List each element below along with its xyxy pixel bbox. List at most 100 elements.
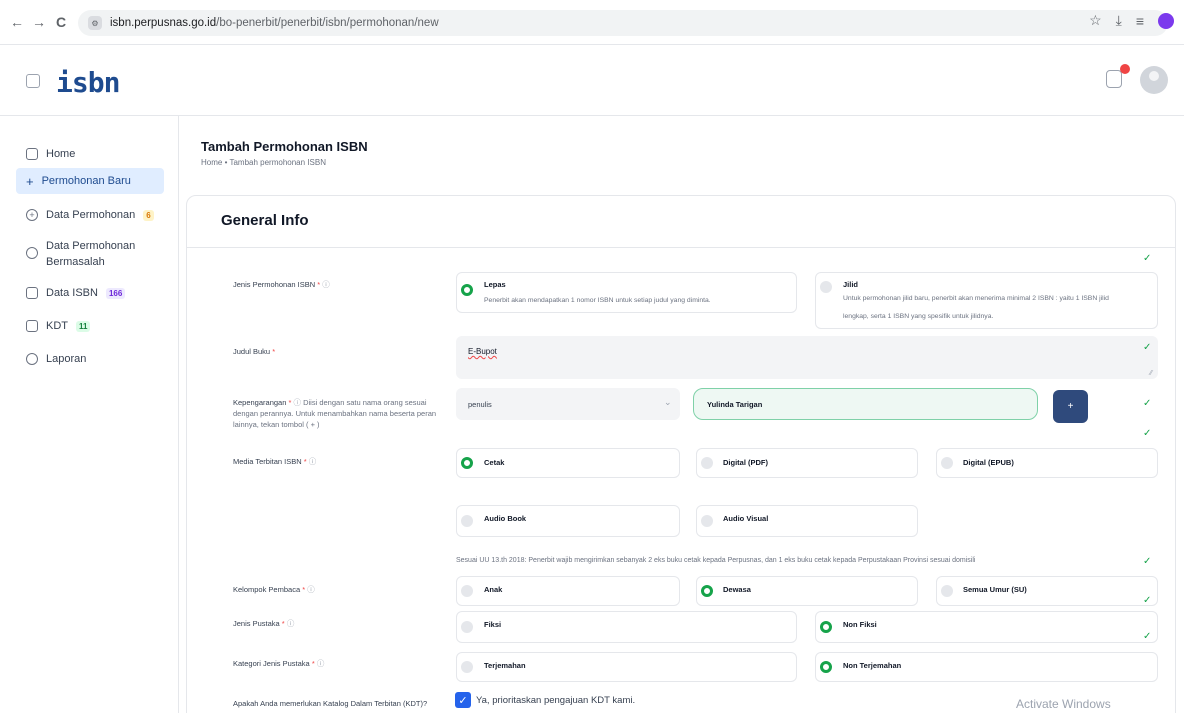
radio-unselected[interactable]: [941, 585, 953, 597]
plus-icon: +: [26, 173, 34, 189]
radio-unselected[interactable]: [701, 457, 713, 469]
reading-list-icon[interactable]: ≡: [1136, 13, 1144, 29]
sidebar-item-label: Data Permohonan: [46, 209, 136, 221]
option-fiksi[interactable]: [456, 611, 797, 643]
folder-icon: [26, 247, 38, 259]
windows-activation-watermark: Activate Windows: [1016, 697, 1111, 711]
page-title: Tambah Permohonan ISBN: [201, 139, 368, 154]
radio-unselected[interactable]: [461, 585, 473, 597]
option-title: Cetak: [484, 458, 505, 467]
grid-icon: [26, 148, 38, 160]
count-badge: 11: [76, 320, 91, 332]
option-title: Audio Visual: [723, 514, 769, 523]
radio-selected[interactable]: [820, 661, 832, 673]
option-title: Jilid: [843, 280, 859, 289]
option-description-2: lengkap, serta 1 ISBN yang spesifik untu…: [843, 313, 994, 320]
menu-toggle-icon[interactable]: [26, 74, 40, 88]
radio-unselected[interactable]: [941, 457, 953, 469]
sidebar-item-label: Laporan: [46, 353, 87, 365]
check-icon: ✓: [1143, 398, 1152, 409]
check-icon: ✓: [1143, 428, 1152, 439]
sidebar-item-data-permohonan[interactable]: + Data Permohonan 6: [16, 205, 164, 225]
breadcrumb-current: Tambah permohonan ISBN: [229, 158, 326, 167]
card-title: General Info: [221, 212, 309, 229]
option-title: Anak: [484, 585, 503, 594]
radio-unselected[interactable]: [461, 515, 473, 527]
notification-dot: [1120, 64, 1130, 74]
kdt-checkbox-label[interactable]: Ya, prioritaskan pengajuan KDT kami.: [476, 695, 635, 706]
radio-unselected[interactable]: [461, 661, 473, 673]
check-icon: ✓: [1143, 556, 1152, 567]
field-label: Jenis Permohonan ISBN * ⓘ: [233, 280, 330, 289]
sidebar-item-data-isbn[interactable]: Data ISBN 166: [16, 283, 164, 303]
field-label: Judul Buku *: [233, 347, 276, 356]
avatar[interactable]: [1140, 66, 1168, 94]
check-icon: ✓: [1143, 595, 1152, 606]
kdt-checkbox[interactable]: ✓: [455, 692, 471, 708]
app-header: isbn: [0, 46, 1184, 116]
radio-selected[interactable]: [701, 585, 713, 597]
divider: [187, 247, 1175, 248]
sidebar-item-data-permohonan-bermasalah[interactable]: Data Permohonan Bermasalah: [16, 238, 164, 270]
option-description: Untuk permohonan jilid baru, penerbit ak…: [843, 295, 1109, 302]
url-path: /bo-penerbit/penerbit/isbn/permohonan/ne…: [216, 17, 439, 29]
sidebar-item-permohonan-baru[interactable]: + Permohonan Baru: [16, 168, 164, 194]
breadcrumb-separator: •: [224, 158, 228, 167]
add-author-button[interactable]: +: [1053, 390, 1088, 423]
field-label: Kelompok Pembaca * ⓘ: [233, 585, 315, 594]
check-icon: ✓: [1143, 253, 1152, 264]
sidebar-item-home[interactable]: Home: [16, 144, 164, 164]
field-label: Kepengarangan * ⓘ Diisi dengan satu nama…: [233, 398, 437, 429]
back-icon[interactable]: ←: [8, 13, 26, 31]
judul-buku-value: E-Bupot: [468, 347, 497, 356]
field-label: Media Terbitan ISBN * ⓘ: [233, 457, 317, 466]
sidebar-item-label: Data Permohonan: [46, 240, 136, 252]
browser-actions: ☆ ⤓ ≡: [1089, 12, 1174, 29]
plus-circle-icon: +: [26, 209, 38, 221]
judul-buku-input[interactable]: [456, 336, 1158, 379]
option-title: Non Fiksi: [843, 620, 877, 629]
isbn-logo[interactable]: isbn: [56, 66, 120, 99]
sidebar-item-laporan[interactable]: Laporan: [16, 349, 164, 369]
legal-notice: Sesuai UU 13.th 2018: Penerbit wajib men…: [456, 557, 976, 564]
profile-icon[interactable]: [1158, 12, 1174, 29]
forward-icon[interactable]: →: [30, 13, 48, 31]
download-icon[interactable]: ⤓: [1116, 12, 1122, 29]
radio-selected[interactable]: [461, 284, 473, 296]
count-badge: 166: [105, 287, 126, 299]
browser-toolbar: ← → C ⚙ isbn.perpusnas.go.id/bo-penerbit…: [0, 0, 1184, 45]
breadcrumb-home[interactable]: Home: [201, 158, 222, 167]
option-title: Non Terjemahan: [843, 661, 902, 670]
check-icon: ✓: [1143, 631, 1152, 642]
role-select-value: penulis: [468, 400, 492, 409]
bookmark-star-icon[interactable]: ☆: [1089, 12, 1102, 29]
sidebar-item-kdt[interactable]: KDT 11: [16, 316, 164, 336]
chart-icon: [26, 353, 38, 365]
option-title: Audio Book: [484, 514, 527, 523]
resize-handle-icon[interactable]: ⁄⁄: [1150, 370, 1152, 377]
radio-selected[interactable]: [820, 621, 832, 633]
sidebar-item-label: Permohonan Baru: [41, 175, 131, 187]
option-title: Lepas: [484, 280, 506, 289]
breadcrumb: Home • Tambah permohonan ISBN: [201, 158, 326, 167]
sidebar-item-label: KDT: [46, 320, 68, 332]
site-info-icon[interactable]: ⚙: [88, 16, 102, 30]
notification-icon[interactable]: [1106, 70, 1122, 88]
radio-unselected[interactable]: [820, 281, 832, 293]
document-icon: [26, 320, 38, 332]
sidebar-item-label-2: Bermasalah: [46, 256, 105, 268]
field-hint-2: perannya. Untuk menambahkan nama beserta…: [233, 409, 437, 429]
radio-unselected[interactable]: [461, 621, 473, 633]
field-hint-3: tombol ( + ): [281, 420, 320, 429]
address-bar[interactable]: ⚙ isbn.perpusnas.go.id/bo-penerbit/pener…: [78, 10, 1168, 36]
option-description: Penerbit akan mendapatkan 1 nomor ISBN u…: [484, 297, 711, 304]
radio-unselected[interactable]: [701, 515, 713, 527]
barcode-icon: [26, 287, 38, 299]
radio-selected[interactable]: [461, 457, 473, 469]
field-label: Apakah Anda memerlukan Katalog Dalam Ter…: [233, 699, 428, 708]
option-title: Digital (PDF): [723, 458, 768, 467]
option-title: Fiksi: [484, 620, 502, 629]
option-title: Semua Umur (SU): [963, 585, 1027, 594]
reload-icon[interactable]: C: [52, 13, 70, 31]
option-title: Terjemahan: [484, 661, 526, 670]
